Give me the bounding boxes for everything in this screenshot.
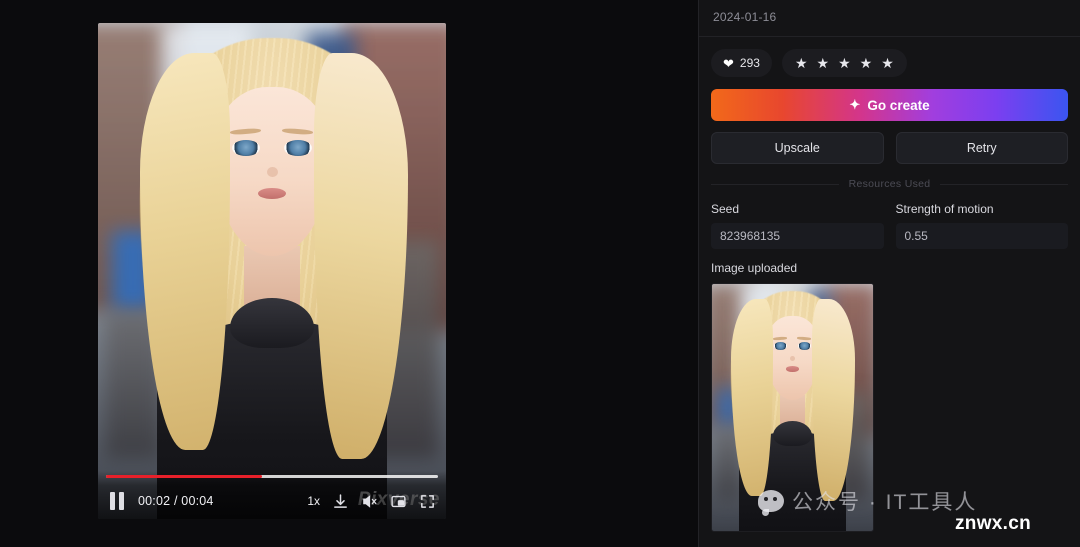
app-root: Pixverse 00:02 / 00:04 1x [0,0,1080,547]
heart-icon: ❤ [723,55,734,71]
upscale-button[interactable]: Upscale [711,132,884,164]
download-icon[interactable] [332,493,349,510]
progress-bar[interactable] [106,475,438,478]
image-uploaded-label: Image uploaded [711,261,798,275]
details-panel: 2024-01-16 ❤ 293 ★ ★ ★ ★ ★ ✦ Go create U… [698,0,1080,547]
uploaded-image [712,284,873,531]
star-icon-3[interactable]: ★ [838,56,851,70]
retry-button[interactable]: Retry [895,132,1068,164]
seed-value[interactable]: 823968135 [711,223,884,249]
stats-row: ❤ 293 ★ ★ ★ ★ ★ [711,49,1068,77]
pause-icon[interactable] [108,492,126,510]
subject-lips [258,188,286,200]
uploaded-image-thumbnail[interactable] [711,283,874,532]
strength-of-motion-value[interactable]: 0.55 [895,223,1068,249]
seed-label: Seed [711,202,740,216]
progress-fill [106,475,263,478]
picture-in-picture-icon[interactable] [390,493,407,510]
likes-badge[interactable]: ❤ 293 [711,49,772,77]
video-player[interactable]: Pixverse 00:02 / 00:04 1x [98,23,446,519]
video-frame [98,23,446,519]
star-icon-1[interactable]: ★ [795,56,808,70]
star-icon-2[interactable]: ★ [817,56,830,70]
go-create-button[interactable]: ✦ Go create [711,89,1068,121]
resources-used-divider: Resources Used [711,178,1069,190]
time-display: 00:02 / 00:04 [138,494,214,508]
strength-of-motion-field: Strength of motion 0.55 [895,202,1068,249]
sparkle-icon: ✦ [849,97,861,112]
star-icon-5[interactable]: ★ [881,56,894,70]
rating-stars[interactable]: ★ ★ ★ ★ ★ [781,49,907,77]
mute-icon[interactable] [361,493,378,510]
resources-used-label: Resources Used [848,178,931,190]
likes-count: 293 [739,56,760,70]
fullscreen-icon[interactable] [419,493,436,510]
video-stage: Pixverse 00:02 / 00:04 1x [0,0,698,547]
subject-eye-right [284,140,312,156]
action-buttons: Upscale Retry [711,132,1068,164]
creation-date: 2024-01-16 [713,10,777,24]
subject-collar [230,298,314,348]
resource-fields: Seed 823968135 Strength of motion 0.55 [711,202,1068,249]
video-controls: 00:02 / 00:04 1x [98,471,446,519]
go-create-label: Go create [867,97,930,113]
strength-of-motion-label: Strength of motion [895,202,994,216]
playback-speed-button[interactable]: 1x [307,494,320,508]
star-icon-4[interactable]: ★ [860,56,873,70]
subject-eye-left [231,140,260,156]
seed-field: Seed 823968135 [711,202,884,249]
